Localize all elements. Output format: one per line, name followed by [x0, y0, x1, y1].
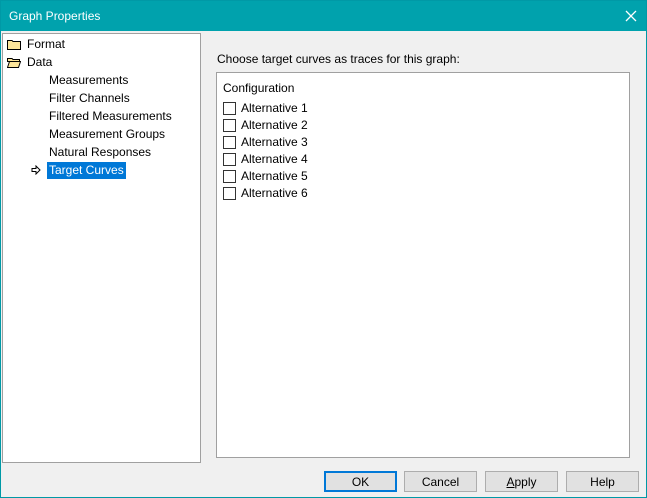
close-icon	[625, 10, 637, 22]
checkbox-label: Alternative 2	[241, 118, 308, 132]
navigation-tree: Format Data Measurements Filter Channels…	[2, 33, 201, 463]
checkbox-label: Alternative 1	[241, 101, 308, 115]
tree-item-label: Measurement Groups	[49, 127, 166, 141]
graph-properties-dialog: Graph Properties Format Data Measurement…	[0, 0, 647, 498]
close-button[interactable]	[616, 1, 646, 31]
apply-label-rest: pply	[514, 474, 537, 489]
tree-item-label: Filtered Measurements	[49, 109, 172, 123]
checkbox-label: Alternative 4	[241, 152, 308, 166]
checkbox-box[interactable]	[223, 119, 236, 132]
ok-button[interactable]: OK	[324, 471, 397, 492]
checkbox-label: Alternative 5	[241, 169, 308, 183]
window-title: Graph Properties	[9, 9, 101, 23]
checkbox-label: Alternative 3	[241, 135, 308, 149]
title-bar: Graph Properties	[1, 1, 646, 31]
help-button[interactable]: Help	[566, 471, 639, 492]
tree-item-label: Measurements	[49, 73, 129, 87]
tree-item-label: Target Curves	[47, 162, 126, 179]
checkbox-box[interactable]	[223, 102, 236, 115]
cancel-button[interactable]: Cancel	[404, 471, 477, 492]
apply-button[interactable]: Apply	[485, 471, 558, 492]
configuration-panel: Configuration Alternative 1 Alternative …	[216, 72, 630, 458]
tree-item-label: Natural Responses	[49, 145, 152, 159]
tree-item-label: Filter Channels	[49, 91, 130, 105]
checkbox-box[interactable]	[223, 187, 236, 200]
selection-arrow-icon	[31, 165, 41, 175]
tree-item-label: Data	[27, 55, 53, 69]
checkbox-box[interactable]	[223, 136, 236, 149]
checkbox-box[interactable]	[223, 170, 236, 183]
button-bar: OK Cancel Apply Help	[1, 465, 646, 497]
instruction-text: Choose target curves as traces for this …	[217, 52, 460, 66]
apply-accelerator: A	[506, 474, 515, 489]
checkbox-box[interactable]	[223, 153, 236, 166]
tree-item-label: Format	[27, 37, 66, 51]
checkbox-label: Alternative 6	[241, 186, 308, 200]
folder-open-icon	[7, 58, 21, 68]
configuration-header: Configuration	[223, 81, 295, 95]
folder-icon	[7, 40, 21, 50]
